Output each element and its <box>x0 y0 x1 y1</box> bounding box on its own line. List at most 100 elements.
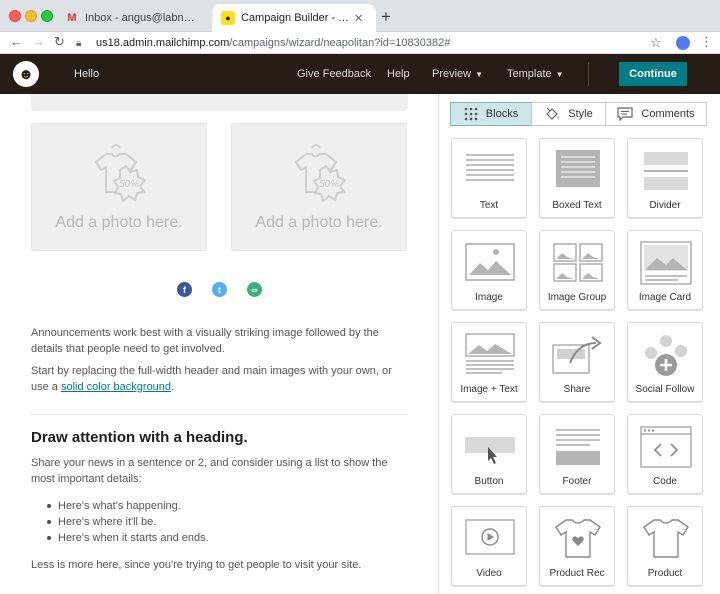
continue-button[interactable]: Continue <box>619 62 687 86</box>
template-label: Template <box>507 68 552 80</box>
photo-caption: Add a photo here. <box>55 214 183 231</box>
paragraph-text: . <box>171 381 175 393</box>
body-paragraph[interactable]: Share your news in a sentence or 2, and … <box>31 455 408 487</box>
block-video[interactable]: Video <box>451 506 527 586</box>
block-share[interactable]: Share <box>539 322 615 402</box>
browser-menu-icon[interactable]: ⋮ <box>700 34 713 50</box>
bookmark-star-icon[interactable]: ☆ <box>650 35 662 51</box>
footer-block-icon <box>556 429 600 465</box>
list-item: Here's where it'll be. <box>47 514 209 530</box>
section-heading[interactable]: Draw attention with a heading. <box>31 429 248 446</box>
tab-label: Style <box>568 108 593 120</box>
divider-block-icon <box>644 152 688 190</box>
block-text[interactable]: Text <box>451 138 527 218</box>
photo-placeholder[interactable]: 50% Add a photo here. <box>31 123 207 251</box>
preview-menu[interactable]: Preview ▼ <box>432 68 483 80</box>
block-product[interactable]: Product <box>627 506 703 586</box>
mailchimp-logo-icon[interactable]: ☻ <box>13 61 39 87</box>
minimize-window-button[interactable] <box>25 10 37 22</box>
chevron-down-icon: ▼ <box>475 70 484 79</box>
zoom-window-button[interactable] <box>41 10 53 22</box>
tab-title: Campaign Builder - Template E <box>241 12 350 24</box>
discount-badge: 50% <box>319 179 339 190</box>
block-label: Image + Text <box>460 384 518 395</box>
forward-arrow-icon[interactable]: → <box>32 34 45 49</box>
bullet-list[interactable]: Here's what's happening. Here's where it… <box>47 498 209 546</box>
template-menu[interactable]: Template ▼ <box>507 68 564 80</box>
give-feedback-link[interactable]: Give Feedback <box>297 68 371 80</box>
email-preview: 50% Add a photo here. 50% Add a photo he… <box>0 94 438 594</box>
body-paragraph[interactable]: Start by replacing the full-width header… <box>31 363 408 395</box>
block-label: Boxed Text <box>552 200 602 211</box>
reload-icon[interactable]: ↻ <box>54 34 65 50</box>
block-label: Image <box>475 292 503 303</box>
section-divider <box>31 414 408 415</box>
code-block-icon <box>640 426 692 468</box>
back-arrow-icon[interactable]: ← <box>10 34 23 49</box>
content-blocks-panel: Blocks Style Comments Text Boxed Text Di… <box>439 94 720 594</box>
hello-link[interactable]: Hello <box>74 68 99 80</box>
tab-comments[interactable]: Comments <box>605 102 707 126</box>
image-text-block-icon <box>465 333 515 374</box>
photo-placeholder[interactable]: 50% Add a photo here. <box>231 123 407 251</box>
product-block-icon <box>643 519 689 558</box>
lock-icon: 🔒︎ <box>76 37 82 49</box>
twitter-icon[interactable]: t <box>212 282 227 297</box>
address-bar-row: ← → ↻ 🔒︎ us18.admin.mailchimp.com/campai… <box>0 32 720 54</box>
tab-gmail-inbox[interactable]: M Inbox - angus@labnol.org - Di <box>56 4 210 32</box>
new-tab-icon[interactable]: + <box>381 7 391 27</box>
list-item: Here's when it starts and ends. <box>47 532 209 544</box>
block-label: Footer <box>562 476 592 487</box>
url-host: us18.admin.mailchimp.com <box>96 37 230 49</box>
block-label: Code <box>653 476 677 487</box>
block-social-follow[interactable]: Social Follow <box>627 322 703 402</box>
discount-badge: 50% <box>119 179 139 190</box>
tab-label: Comments <box>641 108 695 120</box>
solid-color-background-link[interactable]: solid color background <box>61 381 171 393</box>
url-path: /campaigns/wizard/neapolitan?id=10830382… <box>229 37 451 49</box>
grid-dots-icon <box>464 107 478 121</box>
gmail-icon: M <box>67 12 77 24</box>
close-tab-icon[interactable]: ✕ <box>354 12 366 25</box>
tab-campaign-builder[interactable]: ● Campaign Builder - Template E ✕ <box>212 4 376 32</box>
browser-tab-bar: M Inbox - angus@labnol.org - Di ● Campai… <box>0 0 720 32</box>
block-image[interactable]: Image <box>451 230 527 310</box>
block-button[interactable]: Button <box>451 414 527 494</box>
tshirt-sale-icon: 50% <box>294 144 347 203</box>
image-block-icon <box>465 243 515 281</box>
social-follow-block-icon <box>645 335 687 376</box>
tab-title: Inbox - angus@labnol.org - Di <box>85 12 200 24</box>
block-label: Text <box>479 200 499 211</box>
block-divider[interactable]: Divider <box>627 138 703 218</box>
preview-label: Preview <box>432 68 472 80</box>
block-code[interactable]: Code <box>627 414 703 494</box>
body-paragraph[interactable]: Less is more here, since you're trying t… <box>31 557 408 573</box>
body-paragraph[interactable]: Announcements work best with a visually … <box>31 325 408 357</box>
block-label: Image Group <box>547 292 607 303</box>
product-rec-block-icon <box>555 519 601 558</box>
tab-blocks[interactable]: Blocks <box>450 102 532 126</box>
link-icon[interactable]: ∞ <box>247 282 262 297</box>
url-input[interactable]: 🔒︎ us18.admin.mailchimp.com/campaigns/wi… <box>76 33 670 53</box>
help-link[interactable]: Help <box>387 68 410 80</box>
block-label: Share <box>563 384 591 395</box>
facebook-icon[interactable]: f <box>177 282 192 297</box>
block-image-group[interactable]: Image Group <box>539 230 615 310</box>
paint-bucket-icon <box>546 107 559 120</box>
block-label: Image Card <box>638 292 692 303</box>
mailchimp-icon: ● <box>221 11 235 25</box>
block-footer[interactable]: Footer <box>539 414 615 494</box>
block-label: Social Follow <box>635 384 695 395</box>
tab-label: Blocks <box>485 108 519 120</box>
block-image-card[interactable]: Image Card <box>627 230 703 310</box>
app-header: ☻ Hello Give Feedback Help Preview ▼ Temp… <box>0 54 720 94</box>
close-window-button[interactable] <box>9 10 21 22</box>
profile-avatar[interactable] <box>676 36 690 50</box>
block-product-rec[interactable]: Product Rec <box>539 506 615 586</box>
tab-style[interactable]: Style <box>531 102 606 126</box>
video-block-icon <box>465 519 515 555</box>
block-label: Product Rec <box>549 568 605 579</box>
block-image-text[interactable]: Image + Text <box>451 322 527 402</box>
block-boxed-text[interactable]: Boxed Text <box>539 138 615 218</box>
header-image-placeholder[interactable] <box>31 94 408 111</box>
